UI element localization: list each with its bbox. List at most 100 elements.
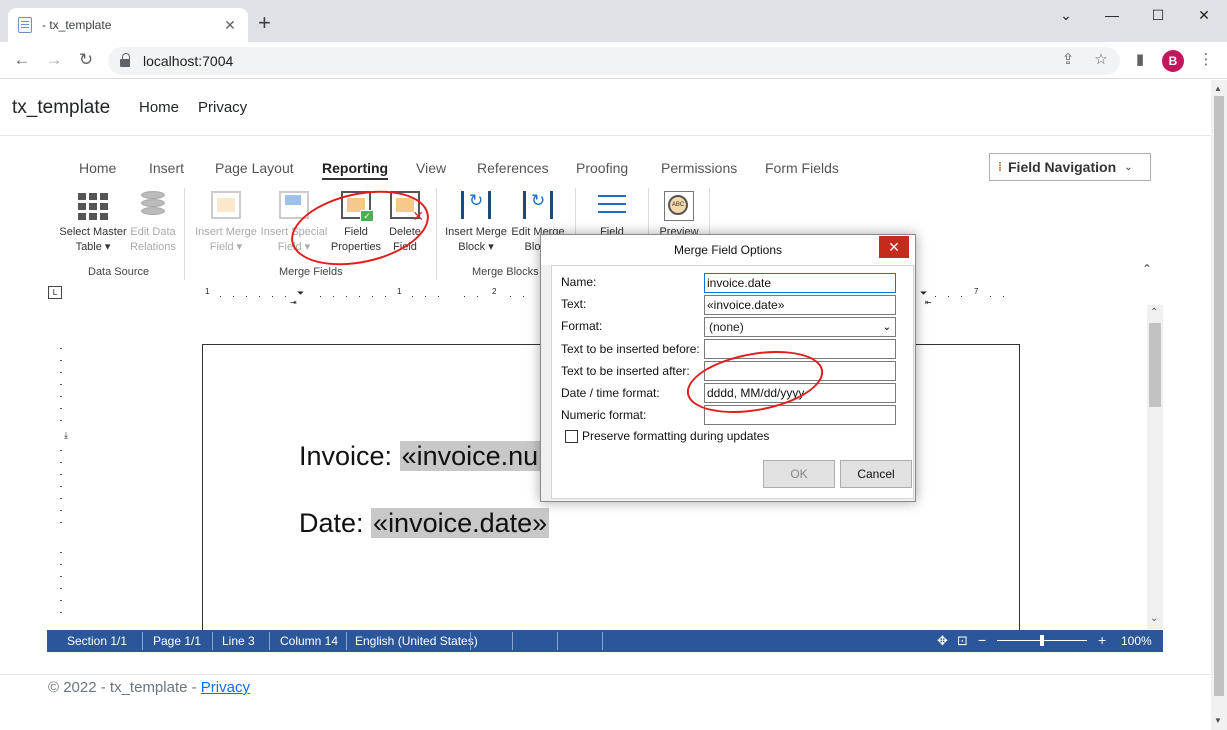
edit-data-relations-button[interactable]: Edit Data Relations	[127, 191, 179, 255]
nav-home-link[interactable]: Home	[139, 99, 179, 116]
browser-tab[interactable]: - tx_template ✕	[8, 8, 248, 42]
bookmark-star-icon[interactable]: ☆	[1091, 50, 1111, 70]
invoice-date-merge-field[interactable]: «invoice.date»	[371, 508, 550, 538]
preview-magnifier-icon: ABC	[663, 191, 695, 221]
doc-scroll-up-icon[interactable]: ⌃	[1150, 307, 1158, 318]
zoom-slider-thumb[interactable]	[1040, 635, 1044, 646]
minimize-button[interactable]: —	[1089, 4, 1135, 26]
text-input[interactable]: «invoice.date»	[704, 295, 896, 315]
status-column: Column 14	[280, 634, 339, 648]
left-indent-icon[interactable]: ⇥	[290, 298, 297, 307]
view-mode-icon[interactable]: ✥	[937, 633, 948, 649]
preserve-formatting-checkbox[interactable]: Preserve formatting during updates	[565, 429, 769, 443]
name-label: Name:	[561, 275, 597, 289]
profile-avatar[interactable]: B	[1162, 50, 1184, 72]
ruler-mark: 1	[397, 287, 402, 296]
browser-tabstrip: - tx_template ✕ + ⌄ — ☐ ✕	[0, 0, 1227, 42]
page-scrollbar[interactable]: ▲ ▼	[1211, 80, 1227, 730]
after-label: Text to be inserted after:	[561, 364, 690, 378]
collapse-ribbon-icon[interactable]: ⌃	[1142, 262, 1152, 276]
zoom-out-icon[interactable]: −	[978, 632, 986, 648]
preserve-formatting-label: Preserve formatting during updates	[582, 429, 770, 443]
preview-button[interactable]: ABC Preview	[656, 191, 702, 240]
tab-close-icon[interactable]: ✕	[222, 17, 238, 34]
scroll-up-arrow-icon[interactable]: ▲	[1214, 84, 1222, 93]
share-icon[interactable]: ⇪	[1058, 50, 1078, 70]
merge-field-icon	[210, 191, 242, 221]
ribbon-tab-home[interactable]: Home	[79, 160, 116, 176]
numeric-label: Numeric format:	[561, 408, 647, 422]
site-brand[interactable]: tx_template	[12, 97, 110, 119]
vertical-margin-marker-icon: ⤓	[64, 430, 68, 440]
nav-privacy-link[interactable]: Privacy	[198, 99, 247, 116]
format-select[interactable]: (none) ⌄	[704, 317, 896, 337]
new-tab-button[interactable]: +	[258, 12, 271, 34]
doc-scroll-down-icon[interactable]: ⌄	[1150, 613, 1158, 624]
ribbon-tab-view[interactable]: View	[416, 160, 446, 176]
select-master-table-label2: Table ▾	[75, 241, 111, 253]
lock-icon	[120, 53, 130, 67]
browser-menu-icon[interactable]: ⋮	[1196, 50, 1216, 70]
ribbon-tab-reporting[interactable]: Reporting	[322, 160, 389, 180]
date-line[interactable]: Date: «invoice.date»	[299, 508, 550, 539]
insert-merge-field-label1: Insert Merge	[195, 226, 257, 238]
tab-stop-selector[interactable]: L	[48, 286, 62, 299]
chevron-down-icon: ⌄	[882, 321, 891, 333]
ribbon-tab-references[interactable]: References	[477, 160, 549, 176]
document-scrollbar[interactable]: ⌃ ⌄	[1147, 305, 1163, 629]
field-navigation-icon: ⁞	[998, 160, 1002, 174]
invoice-label: Invoice:	[299, 441, 400, 471]
insert-merge-block-button[interactable]: Insert Merge Block ▾	[442, 191, 510, 255]
address-bar[interactable]: localhost:7004	[108, 47, 1120, 75]
side-panel-icon[interactable]: ▮	[1130, 50, 1150, 70]
text-label: Text:	[561, 297, 587, 311]
ribbon-tab-proofing[interactable]: Proofing	[576, 160, 628, 176]
cancel-button[interactable]: Cancel	[840, 460, 912, 488]
date-label: Date:	[299, 508, 372, 538]
right-margin-icon[interactable]: ⇤	[925, 298, 932, 307]
zoom-in-icon[interactable]: +	[1098, 632, 1106, 648]
ribbon-tab-insert[interactable]: Insert	[149, 160, 184, 176]
page-view-icon[interactable]: ⊡	[957, 633, 968, 649]
field-navigation-label: Field Navigation	[1008, 159, 1117, 175]
window-close-button[interactable]: ✕	[1181, 4, 1227, 26]
document-scrollbar-thumb[interactable]	[1149, 323, 1161, 407]
browser-toolbar: ← → ↻ localhost:7004 ⇪ ☆ ▮ B ⋮	[0, 42, 1227, 79]
reload-button[interactable]: ↻	[74, 49, 98, 71]
ribbon-tab-page-layout[interactable]: Page Layout	[215, 160, 294, 176]
chevron-down-icon: ⌄	[1124, 161, 1133, 173]
field-mappings-button[interactable]: Field	[588, 191, 636, 240]
field-navigation-dropdown[interactable]: ⁞ Field Navigation ⌄	[989, 153, 1151, 181]
edit-merge-block-icon	[522, 191, 554, 221]
indent-marker-icon[interactable]: ⏷	[297, 288, 304, 299]
maximize-button[interactable]: ☐	[1135, 4, 1181, 26]
ok-button[interactable]: OK	[763, 460, 835, 488]
insert-merge-field-button[interactable]: Insert Merge Field ▾	[192, 191, 260, 255]
format-selected-value: (none)	[709, 320, 744, 334]
merge-block-icon	[460, 191, 492, 221]
insert-merge-block-label1: Insert Merge	[445, 226, 507, 238]
insert-merge-block-label2: Block ▾	[458, 241, 494, 253]
status-bar: Section 1/1 Page 1/1 Line 3 Column 14 En…	[47, 630, 1163, 652]
ribbon-separator	[184, 188, 185, 280]
page-scrollbar-thumb[interactable]	[1214, 96, 1224, 696]
scroll-down-arrow-icon[interactable]: ▼	[1214, 716, 1222, 725]
ribbon-tab-permissions[interactable]: Permissions	[661, 160, 737, 176]
forward-button[interactable]: →	[42, 49, 66, 71]
back-button[interactable]: ←	[10, 49, 34, 71]
ribbon-separator	[436, 188, 437, 280]
edit-data-relations-label1: Edit Data	[130, 226, 176, 238]
name-input[interactable]: invoice.date	[704, 273, 896, 293]
select-master-table-button[interactable]: Select Master Table ▾	[58, 191, 128, 255]
footer-privacy-link[interactable]: Privacy	[201, 679, 250, 696]
select-master-table-label1: Select Master	[59, 226, 127, 238]
group-label-data-source: Data Source	[88, 266, 150, 278]
status-language[interactable]: English (United States)	[355, 634, 478, 648]
ribbon-tab-form-fields[interactable]: Form Fields	[765, 160, 839, 176]
checkbox-box[interactable]	[565, 429, 578, 443]
tab-search-chevron-icon[interactable]: ⌄	[1043, 4, 1089, 26]
dialog-close-button[interactable]: ✕	[879, 236, 909, 258]
invoice-line[interactable]: Invoice: «invoice.nu	[299, 441, 541, 472]
footer: © 2022 - tx_template - Privacy	[48, 679, 250, 696]
invoice-number-merge-field[interactable]: «invoice.nu	[399, 441, 541, 471]
